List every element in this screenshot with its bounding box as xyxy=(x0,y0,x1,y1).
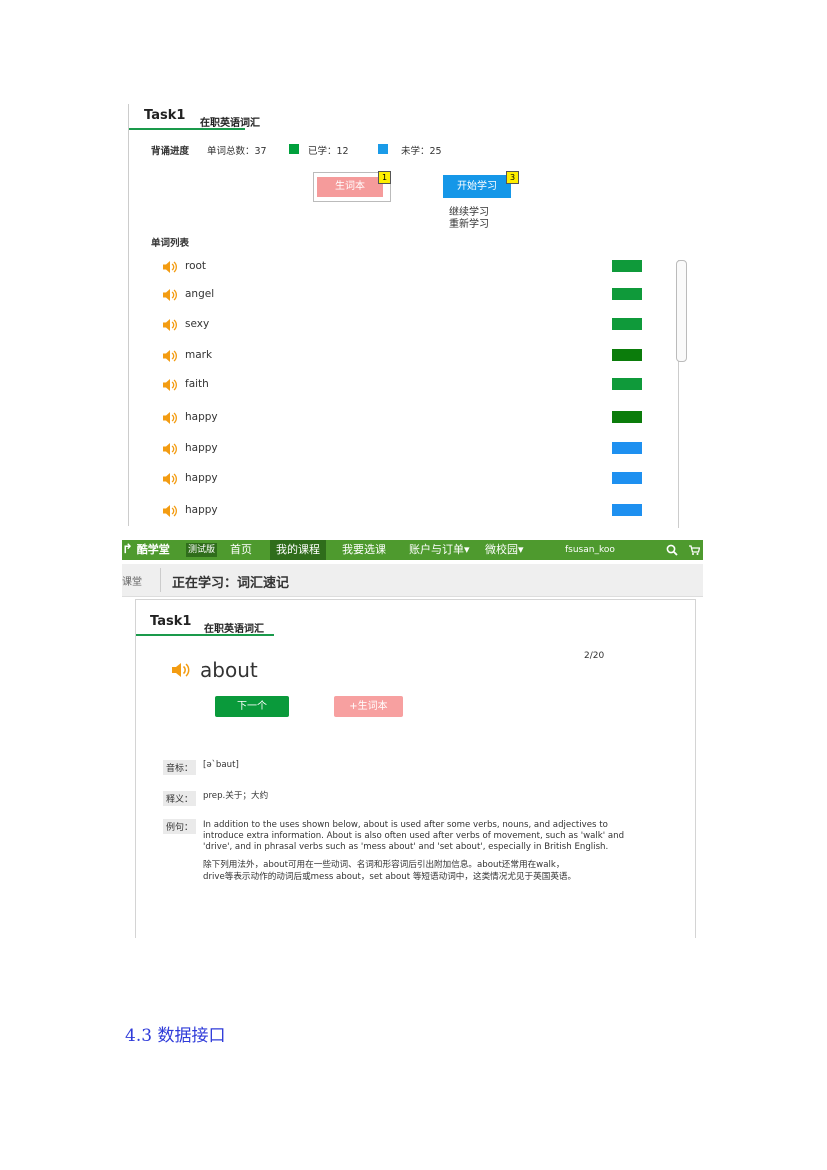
word-text: happy xyxy=(185,472,218,484)
speaker-icon[interactable] xyxy=(162,317,178,331)
word-text: angel xyxy=(185,288,215,300)
logo-text: 酷学堂 xyxy=(136,543,170,556)
word-text: mark xyxy=(185,349,213,361)
phonetic-label: 音标： xyxy=(163,760,197,775)
top-navbar: ↱ 酷学堂 测试版 首页 我的课程 我要选课 账户与订单▾ 微校园▾ fsusa… xyxy=(122,540,703,560)
unlearned-count: 未学：25 xyxy=(401,146,442,157)
task-title: Task1 xyxy=(144,108,186,123)
section-heading: 4.3 数据接口 xyxy=(125,1026,226,1046)
add-vocab-button[interactable]: +生词本 xyxy=(334,696,403,717)
learned-count: 已学：12 xyxy=(308,146,349,157)
learned-legend-swatch xyxy=(289,144,299,154)
word-list-item[interactable]: happy xyxy=(162,503,642,517)
word-counter: 2/20 xyxy=(584,651,605,661)
current-word: about xyxy=(200,658,258,682)
word-list-heading: 单词列表 xyxy=(151,238,190,249)
example-en-2: introduce extra information. About is al… xyxy=(203,831,625,841)
speaker-icon[interactable] xyxy=(162,503,178,517)
speaker-icon[interactable] xyxy=(162,471,178,485)
scrollbar-thumb[interactable] xyxy=(676,260,687,362)
breadcrumb-prev[interactable]: 课堂 xyxy=(122,573,142,588)
word-text: happy xyxy=(185,442,218,454)
word-status-bar xyxy=(612,288,642,300)
task-subtitle-2: 在职英语词汇 xyxy=(204,624,264,635)
speaker-icon[interactable] xyxy=(162,259,178,273)
cart-icon[interactable] xyxy=(688,540,701,560)
nav-my-courses[interactable]: 我的课程 xyxy=(270,540,326,560)
word-card: Task1 在职英语词汇 about 2/20 下一个 +生词本 音标： [ə`… xyxy=(135,599,696,938)
task-underline-2 xyxy=(136,634,274,636)
beta-tag: 测试版 xyxy=(186,543,218,557)
site-logo[interactable]: ↱ 酷学堂 xyxy=(122,540,170,560)
next-word-button[interactable]: 下一个 xyxy=(215,696,289,717)
nav-campus[interactable]: 微校园▾ xyxy=(485,540,524,560)
speaker-icon[interactable] xyxy=(162,287,178,301)
word-list-item[interactable]: faith xyxy=(162,377,642,391)
page-title: 正在学习：词汇速记 xyxy=(172,576,290,591)
task-underline xyxy=(129,128,245,130)
word-status-bar xyxy=(612,472,642,484)
word-status-bar xyxy=(612,378,642,390)
word-status-bar xyxy=(612,260,642,272)
start-badge: 3 xyxy=(506,171,519,184)
word-list-item[interactable]: happy xyxy=(162,441,642,455)
word-list-item[interactable]: happy xyxy=(162,410,642,424)
example-label: 例句： xyxy=(163,819,197,834)
page-header-bar: 课堂 正在学习：词汇速记 xyxy=(122,564,703,597)
word-list-item[interactable]: mark xyxy=(162,348,642,362)
vocab-book-button[interactable]: 生词本 xyxy=(317,177,383,197)
speaker-icon[interactable] xyxy=(171,661,191,679)
phonetic-value: [ə`baut] xyxy=(203,760,239,770)
word-text: sexy xyxy=(185,318,210,330)
word-status-bar xyxy=(612,411,642,423)
progress-label: 背诵进度 xyxy=(151,146,190,157)
speaker-icon[interactable] xyxy=(162,377,178,391)
start-learning-button[interactable]: 开始学习 xyxy=(443,175,511,198)
restart-learning-option[interactable]: 重新学习 xyxy=(449,215,489,230)
word-list-item[interactable]: root xyxy=(162,259,642,273)
word-text: faith xyxy=(185,378,209,390)
meaning-label: 释义： xyxy=(163,791,197,806)
word-status-bar xyxy=(612,504,642,516)
word-text: root xyxy=(185,260,207,272)
nav-account-orders[interactable]: 账户与订单▾ xyxy=(409,540,470,560)
word-list-item[interactable]: sexy xyxy=(162,317,642,331)
total-count: 单词总数：37 xyxy=(207,146,267,157)
example-cn-1: 除下列用法外，about可用在一些动词、名词和形容词后引出附加信息。about还… xyxy=(203,860,565,870)
example-en-1: In addition to the uses shown below, abo… xyxy=(203,820,608,830)
word-text: happy xyxy=(185,411,218,423)
divider xyxy=(160,568,161,592)
word-status-bar xyxy=(612,318,642,330)
speaker-icon[interactable] xyxy=(162,348,178,362)
search-icon[interactable] xyxy=(666,540,678,560)
example-en-3: 'drive', and in phrasal verbs such as 'm… xyxy=(203,842,609,852)
nav-home[interactable]: 首页 xyxy=(230,540,252,560)
speaker-icon[interactable] xyxy=(162,441,178,455)
meaning-value: prep.关于；大约 xyxy=(203,791,269,801)
unlearned-legend-swatch xyxy=(378,144,388,154)
task-subtitle: 在职英语词汇 xyxy=(200,118,260,129)
word-status-bar xyxy=(612,349,642,361)
task-title-2: Task1 xyxy=(150,614,192,629)
nav-choose-course[interactable]: 我要选课 xyxy=(342,540,386,560)
example-cn-2: drive等表示动作的动词后或mess about，set about 等短语动… xyxy=(203,872,577,882)
word-list-item[interactable]: angel xyxy=(162,287,642,301)
word-list-item[interactable]: happy xyxy=(162,471,642,485)
word-list-panel: Task1 在职英语词汇 背诵进度 单词总数：37 已学：12 未学：25 生词… xyxy=(128,104,711,528)
vocab-badge: 1 xyxy=(378,171,391,184)
word-status-bar xyxy=(612,442,642,454)
speaker-icon[interactable] xyxy=(162,410,178,424)
word-text: happy xyxy=(185,504,218,516)
username[interactable]: fsusan_koo xyxy=(565,540,615,560)
